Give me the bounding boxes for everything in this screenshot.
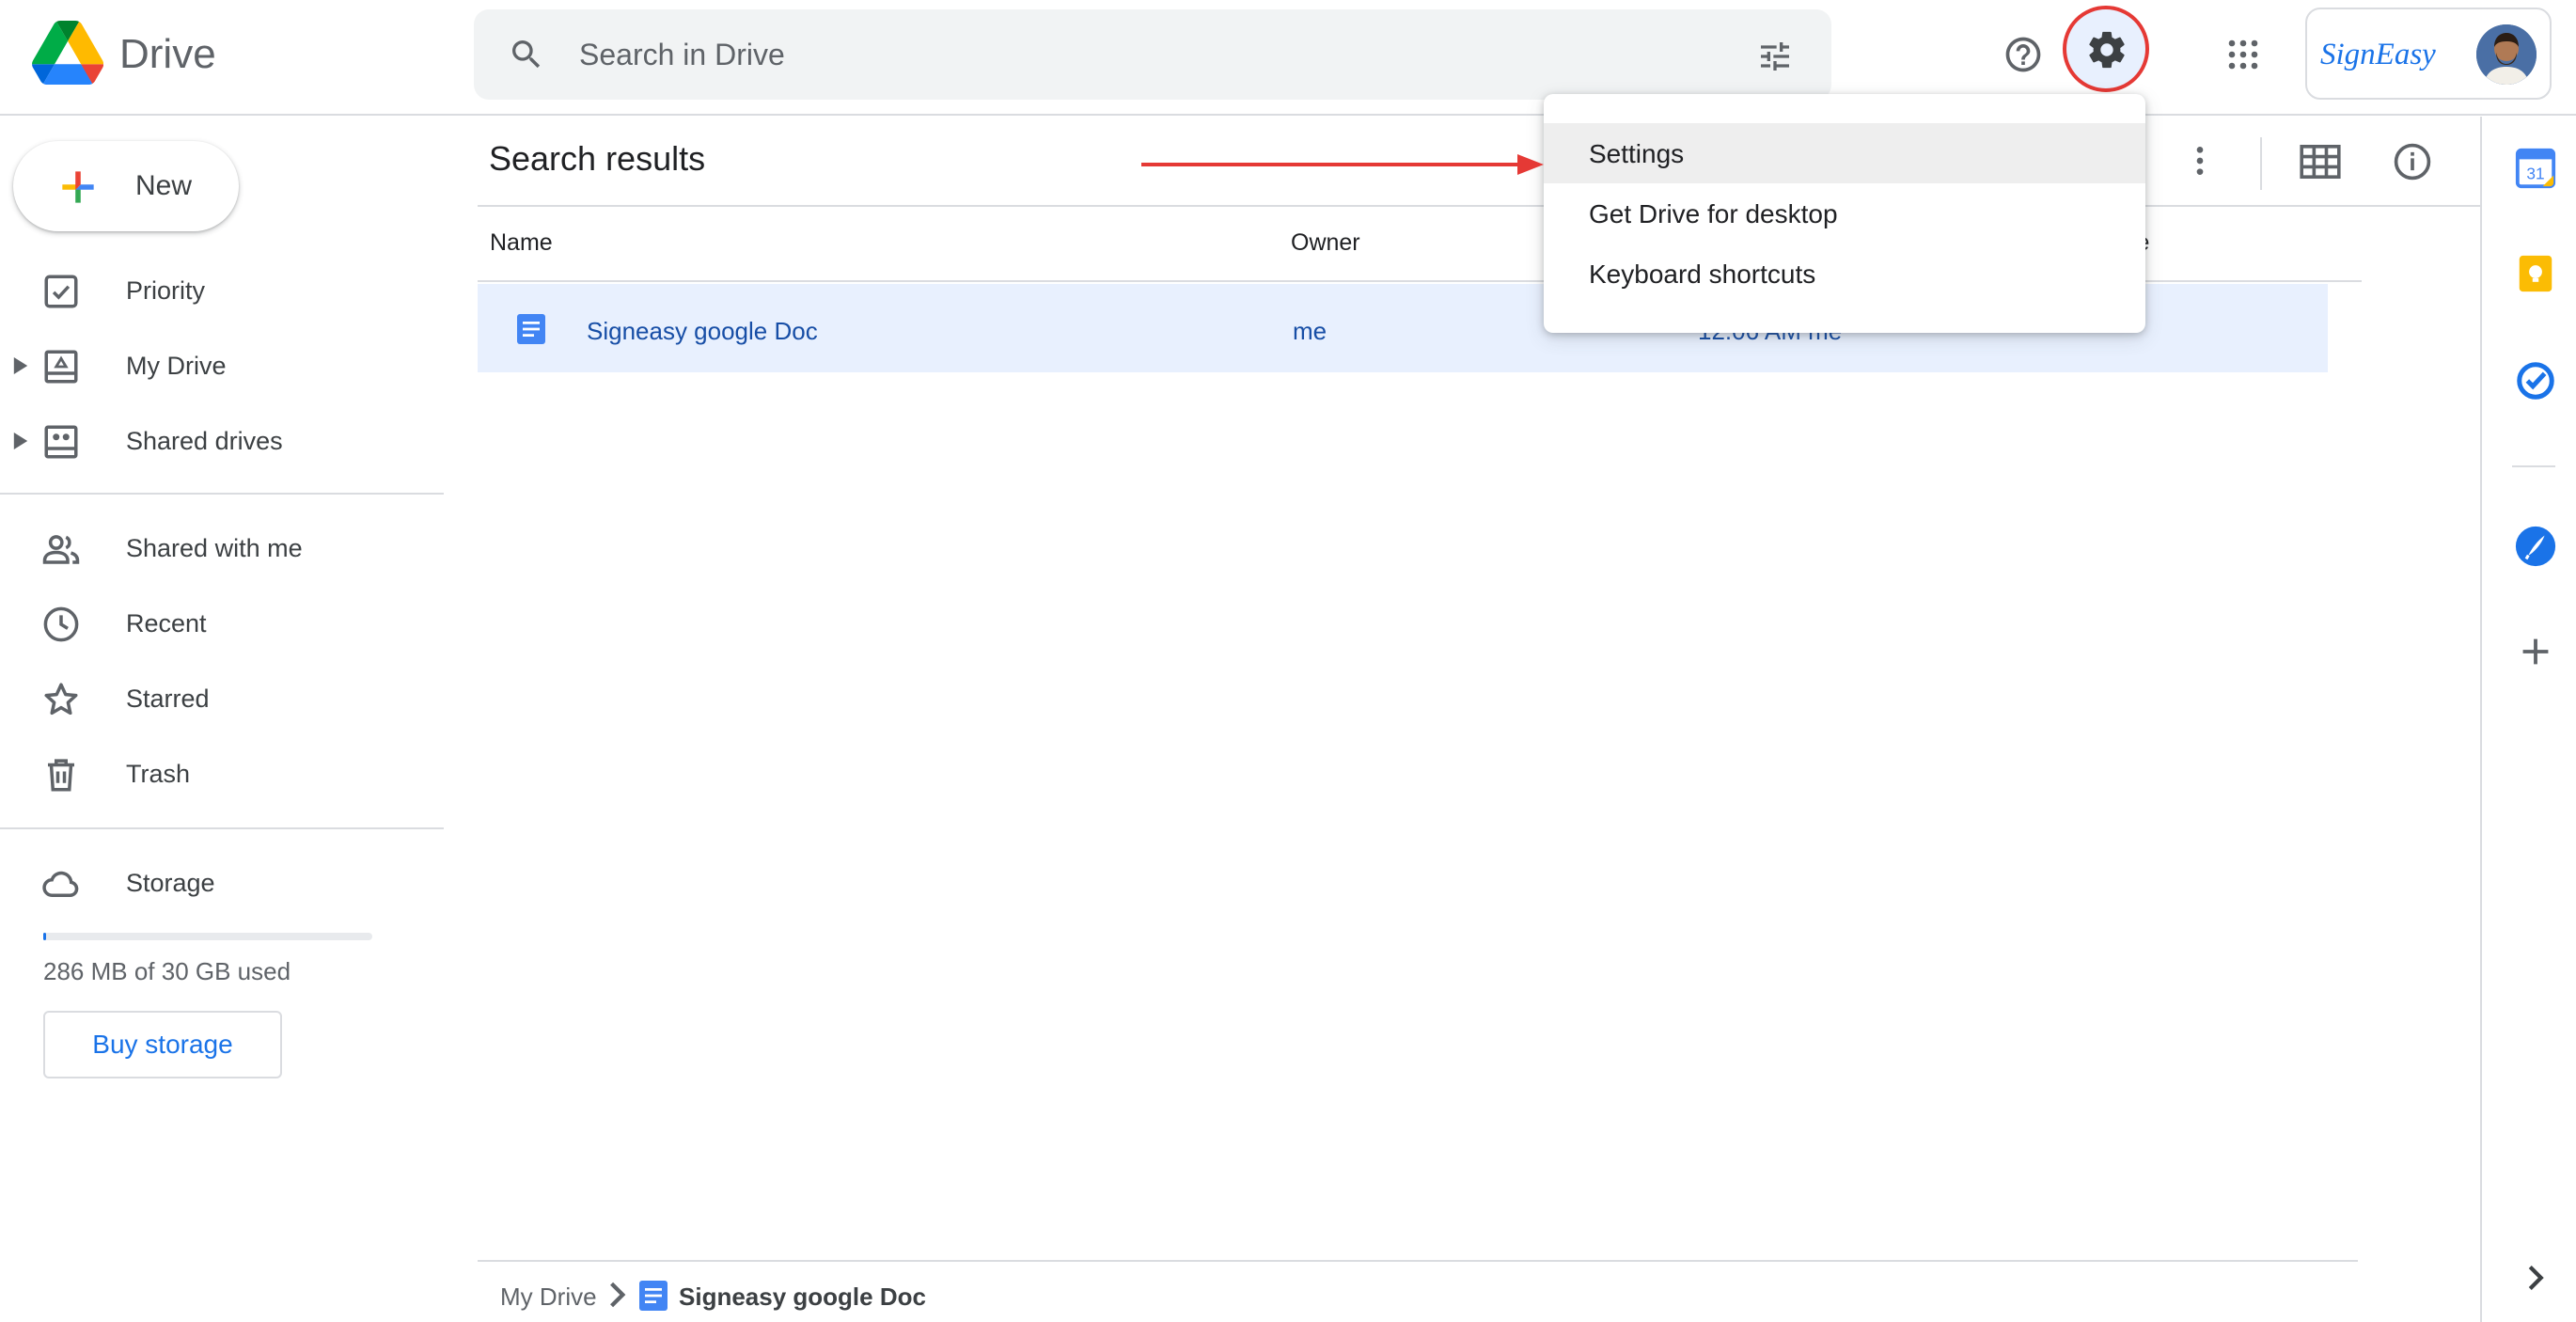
apps-grid-icon[interactable] bbox=[2226, 38, 2260, 71]
google-doc-icon bbox=[639, 1281, 668, 1311]
expand-caret-icon[interactable] bbox=[13, 357, 28, 374]
info-icon[interactable] bbox=[2392, 141, 2433, 182]
new-button[interactable]: New bbox=[13, 141, 239, 231]
storage-usage-text: 286 MB of 30 GB used bbox=[43, 957, 291, 985]
toolbar-divider-line bbox=[478, 205, 2480, 207]
shared-drives-icon bbox=[44, 425, 78, 459]
sidebar-item-label: Storage bbox=[126, 869, 215, 897]
drive-logo-icon[interactable] bbox=[32, 21, 103, 85]
search-bar[interactable] bbox=[474, 9, 1831, 100]
sidebar-item-starred[interactable]: Starred bbox=[0, 666, 444, 732]
tasks-icon[interactable] bbox=[2514, 359, 2557, 402]
sidebar-item-trash[interactable]: Trash bbox=[0, 741, 444, 807]
sidebar-item-shared-drives[interactable]: Shared drives bbox=[0, 408, 444, 474]
trash-icon bbox=[48, 759, 74, 792]
breadcrumb-current-file[interactable]: Signeasy google Doc bbox=[679, 1283, 926, 1312]
menu-item-keyboard-shortcuts[interactable]: Keyboard shortcuts bbox=[1544, 244, 2145, 304]
menu-item-settings[interactable]: Settings bbox=[1544, 123, 2145, 183]
column-header-name[interactable]: Name bbox=[490, 229, 553, 257]
plus-multicolor-icon bbox=[62, 171, 94, 203]
chevron-right-icon[interactable] bbox=[2514, 1256, 2557, 1299]
signeasy-brand: SignEasy bbox=[2320, 38, 2436, 71]
sidebar-item-my-drive[interactable]: My Drive bbox=[0, 333, 444, 399]
sidebar-divider bbox=[0, 493, 444, 495]
column-header-owner[interactable]: Owner bbox=[1291, 229, 1360, 257]
side-panel-divider bbox=[2480, 117, 2482, 1322]
storage-usage-fill bbox=[43, 933, 47, 940]
storage-usage-bar bbox=[43, 933, 372, 940]
sidebar-item-label: Starred bbox=[126, 685, 210, 713]
breadcrumb-root[interactable]: My Drive bbox=[500, 1283, 597, 1312]
my-drive-icon bbox=[44, 350, 78, 384]
sidebar-item-label: Shared drives bbox=[126, 427, 283, 455]
more-vert-icon[interactable] bbox=[2181, 141, 2219, 181]
avatar-image-icon bbox=[2476, 24, 2537, 85]
grid-view-icon[interactable] bbox=[2300, 145, 2341, 179]
sidebar-item-label: Trash bbox=[126, 760, 191, 788]
cloud-icon bbox=[42, 871, 79, 898]
svg-text:31: 31 bbox=[2526, 165, 2544, 183]
search-options-icon[interactable] bbox=[1756, 38, 1794, 75]
signeasy-addon-icon[interactable] bbox=[2514, 525, 2557, 568]
sidebar-item-priority[interactable]: Priority bbox=[0, 258, 444, 323]
menu-item-get-drive-for-desktop[interactable]: Get Drive for desktop bbox=[1544, 183, 2145, 244]
sidebar-item-label: Shared with me bbox=[126, 534, 303, 562]
buy-storage-button[interactable]: Buy storage bbox=[43, 1011, 282, 1078]
priority-icon bbox=[44, 275, 78, 308]
menu-item-label: Settings bbox=[1589, 139, 1685, 168]
side-panel-separator bbox=[2512, 465, 2555, 467]
menu-item-label: Get Drive for desktop bbox=[1589, 199, 1838, 228]
menu-item-label: Keyboard shortcuts bbox=[1589, 260, 1816, 289]
google-doc-icon bbox=[517, 314, 545, 344]
expand-caret-icon[interactable] bbox=[13, 433, 28, 449]
footer-divider-line bbox=[478, 1260, 2358, 1262]
settings-button[interactable] bbox=[2063, 6, 2149, 92]
sidebar-divider bbox=[0, 827, 444, 829]
keep-icon[interactable] bbox=[2514, 252, 2557, 295]
settings-menu: Settings Get Drive for desktop Keyboard … bbox=[1544, 94, 2145, 333]
plus-icon[interactable] bbox=[2514, 630, 2557, 673]
sidebar-item-label: Recent bbox=[126, 609, 207, 637]
sidebar-item-label: Priority bbox=[126, 276, 206, 305]
toolbar-divider bbox=[2260, 137, 2262, 190]
sidebar-item-shared-with-me[interactable]: Shared with me bbox=[0, 515, 444, 581]
sidebar-item-storage[interactable]: Storage bbox=[0, 850, 444, 916]
sidebar-item-recent[interactable]: Recent bbox=[0, 590, 444, 656]
page-title: Search results bbox=[489, 139, 706, 178]
new-button-label: New bbox=[135, 170, 193, 201]
sidebar-item-label: My Drive bbox=[126, 352, 227, 380]
search-input[interactable] bbox=[579, 30, 1670, 79]
star-icon bbox=[44, 683, 78, 716]
app-name: Drive bbox=[119, 31, 216, 77]
people-icon bbox=[42, 535, 80, 564]
clock-icon bbox=[43, 606, 79, 642]
gear-icon bbox=[2089, 31, 2125, 69]
search-icon[interactable] bbox=[508, 36, 545, 73]
chevron-right-icon bbox=[610, 1282, 626, 1308]
file-owner: me bbox=[1293, 317, 1327, 345]
annotation-arrow-icon bbox=[1141, 154, 1544, 175]
avatar[interactable] bbox=[2476, 24, 2537, 85]
file-name: Signeasy google Doc bbox=[587, 317, 818, 345]
help-icon[interactable] bbox=[2003, 34, 2044, 75]
top-bar: Drive SignEasy bbox=[0, 0, 2576, 116]
account-switcher[interactable]: SignEasy bbox=[2305, 8, 2552, 100]
calendar-icon[interactable]: 31 bbox=[2514, 147, 2557, 190]
